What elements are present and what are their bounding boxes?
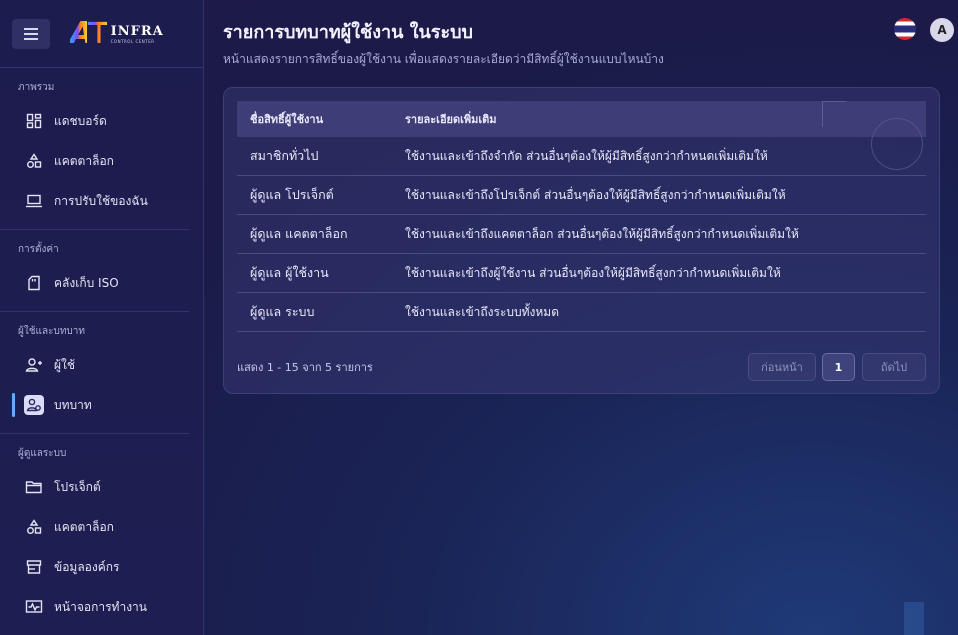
cell-role-name: ผู้ดูแล แคตตาล็อก [250, 226, 348, 241]
sidebar-item-admin-catalog[interactable]: แคตตาล็อก [0, 507, 189, 547]
cell-description: ใช้งานและเข้าถึงผู้ใช้งาน ส่วนอื่นๆต้องใ… [405, 265, 781, 280]
catalog-icon [24, 517, 44, 537]
roles-table: ชื่อสิทธิ์ผู้ใช้งาน รายละเอียดเพิ่มเติม … [237, 101, 926, 332]
menu-toggle-button[interactable] [12, 18, 50, 49]
sidebar-section-settings: การตั้งค่า คลังเก็บ ISO [0, 230, 189, 312]
logo-mark-t: ⊤ [85, 16, 113, 51]
sidebar-item-label: ข้อมูลองค์กร [54, 559, 120, 574]
table-row[interactable]: ผู้ดูแล ผู้ใช้งาน ใช้งานและเข้าถึงผู้ใช้… [237, 254, 926, 293]
catalog-icon [24, 151, 44, 171]
sidebar-section-overview: ภาพรวม แดชบอร์ด แคตตาล็อก การปรับใช้ของฉ… [0, 68, 189, 230]
sidebar-item-catalog[interactable]: แคตตาล็อก [0, 141, 189, 181]
sidebar-item-users[interactable]: ผู้ใช้ [0, 345, 189, 385]
cell-description: ใช้งานและเข้าถึงระบบทั้งหมด [405, 304, 560, 319]
sidebar-item-label: หน้าจอการทำงาน [54, 599, 147, 614]
sidebar-item-roles[interactable]: บทบาท [0, 385, 189, 425]
sidebar-section-title: ภาพรวม [18, 82, 55, 93]
column-header-description[interactable]: รายละเอียดเพิ่มเติม [405, 110, 926, 128]
sidebar-item-iso-storage[interactable]: คลังเก็บ ISO [0, 263, 189, 303]
dashboard-icon [24, 111, 44, 131]
role-icon [24, 395, 44, 415]
previous-page-button[interactable]: ก่อนหน้า [748, 353, 816, 381]
main-content: รายการบทบาทผู้ใช้งาน ในระบบ หน้าแสดงรายก… [204, 0, 958, 635]
user-icon [24, 355, 44, 375]
sidebar-item-workspace[interactable]: หน้าจอการทำงาน [0, 587, 189, 627]
loading-spinner-icon [871, 118, 923, 170]
cell-description: ใช้งานและเข้าถึงจำกัด ส่วนอื่นๆต้องให้ผู… [405, 148, 768, 163]
column-settings-button[interactable] [822, 101, 846, 127]
sidebar-item-label: ผู้ใช้ [54, 357, 76, 372]
sidebar-item-label: การปรับใช้ของฉัน [54, 193, 148, 208]
sidebar-item-label: บทบาท [54, 397, 92, 412]
sidebar-item-projects[interactable]: โปรเจ็กต์ [0, 467, 189, 507]
folder-icon [24, 477, 44, 497]
page-number-button[interactable]: 1 [822, 353, 855, 381]
scroll-indicator [904, 602, 924, 635]
table-footer: แสดง 1 - 15 จาก 5 รายการ ก่อนหน้า 1 ถัดไ… [237, 352, 926, 382]
table-row[interactable]: ผู้ดูแล โปรเจ็กต์ ใช้งานและเข้าถึงโปรเจ็… [237, 176, 926, 215]
cell-description: ใช้งานและเข้าถึงแคตตาล็อก ส่วนอื่นๆต้องใ… [405, 226, 799, 241]
sidebar-item-label: โปรเจ็กต์ [54, 479, 101, 494]
cell-role-name: ผู้ดูแล ผู้ใช้งาน [250, 265, 329, 280]
logo-title: INFRA [110, 23, 164, 39]
sidebar-item-label: แคตตาล็อก [54, 153, 114, 168]
page-subtitle: หน้าแสดงรายการสิทธิ์ของผู้ใช้งาน เพื่อแส… [223, 52, 664, 66]
sidebar-item-label: คลังเก็บ ISO [54, 275, 119, 290]
monitor-icon [24, 597, 44, 617]
avatar[interactable]: A [930, 18, 954, 42]
sidebar-item-dashboard[interactable]: แดชบอร์ด [0, 101, 189, 141]
thai-flag-language-icon[interactable] [894, 18, 916, 40]
sidebar-item-my-deployments[interactable]: การปรับใช้ของฉัน [0, 181, 189, 221]
roles-card: ชื่อสิทธิ์ผู้ใช้งาน รายละเอียดเพิ่มเติม … [223, 87, 940, 394]
cell-role-name: ผู้ดูแล โปรเจ็กต์ [250, 187, 334, 202]
column-header-role-name[interactable]: ชื่อสิทธิ์ผู้ใช้งาน [237, 110, 405, 128]
table-row[interactable]: สมาชิกทั่วไป ใช้งานและเข้าถึงจำกัด ส่วนอ… [237, 137, 926, 176]
sidebar-header: A ⊤ INFRA CONTROL CENTER [0, 0, 203, 68]
sidebar-section-title: ผู้ใช้และบทบาท [18, 326, 85, 337]
cell-role-name: ผู้ดูแล ระบบ [250, 304, 315, 319]
table-row[interactable]: ผู้ดูแล แคตตาล็อก ใช้งานและเข้าถึงแคตตาล… [237, 215, 926, 254]
sidebar-section-title: ผู้ดูแลระบบ [18, 448, 67, 459]
sidebar-section-admin: ผู้ดูแลระบบ โปรเจ็กต์ แคตตาล็อก ข้อมูลอง… [0, 434, 189, 635]
cell-description: ใช้งานและเข้าถึงโปรเจ็กต์ ส่วนอื่นๆต้องใ… [405, 187, 786, 202]
sidebar-item-label: แดชบอร์ด [54, 113, 107, 128]
sidebar-item-organization[interactable]: ข้อมูลองค์กร [0, 547, 189, 587]
sidebar-item-label: แคตตาล็อก [54, 519, 114, 534]
pagination-summary: แสดง 1 - 15 จาก 5 รายการ [237, 361, 373, 374]
next-page-button[interactable]: ถัดไป [862, 353, 926, 381]
cell-role-name: สมาชิกทั่วไป [250, 148, 319, 163]
hamburger-icon [24, 32, 38, 35]
page-title: รายการบทบาทผู้ใช้งาน ในระบบ [223, 22, 473, 43]
sidebar: A ⊤ INFRA CONTROL CENTER ภาพรวม แดชบอร์ด… [0, 0, 204, 635]
table-row[interactable]: ผู้ดูแล ระบบ ใช้งานและเข้าถึงระบบทั้งหมด [237, 293, 926, 332]
app-logo[interactable]: A ⊤ INFRA CONTROL CENTER [70, 16, 164, 51]
sidebar-section-users-roles: ผู้ใช้และบทบาท ผู้ใช้ บทบาท [0, 312, 189, 434]
store-icon [24, 557, 44, 577]
sd-card-icon [24, 273, 44, 293]
logo-subtitle: CONTROL CENTER [110, 38, 155, 44]
sidebar-section-title: การตั้งค่า [18, 244, 59, 255]
hamburger-icon [24, 27, 38, 30]
hamburger-icon [24, 37, 38, 40]
laptop-icon [24, 191, 44, 211]
